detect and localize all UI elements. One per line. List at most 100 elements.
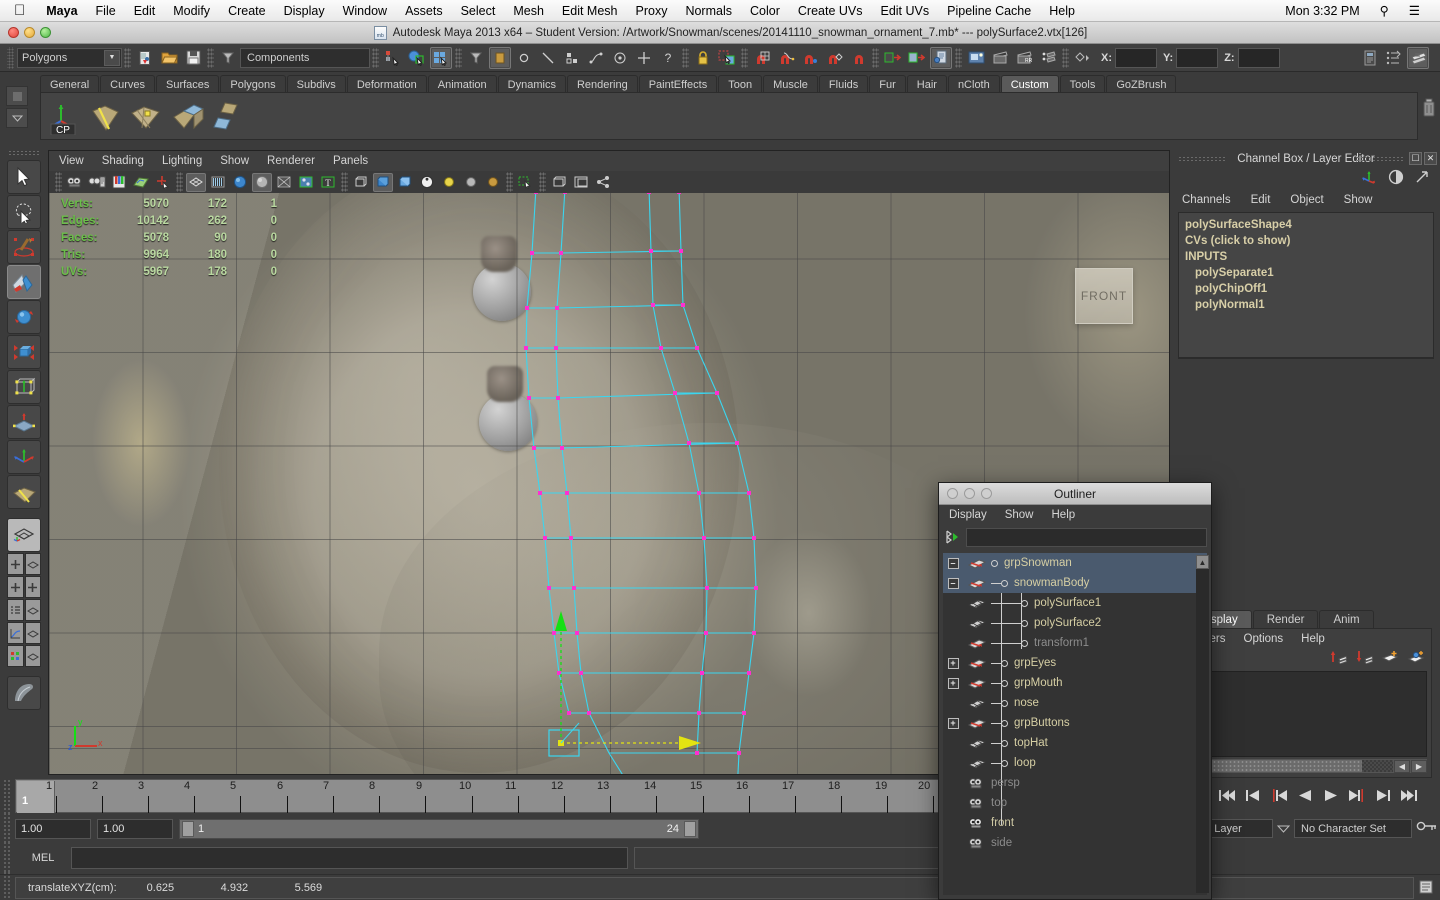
channel-box-menu-object[interactable]: Object — [1290, 194, 1323, 206]
channel-input-polyseparate1[interactable]: polySeparate1 — [1185, 265, 1433, 281]
rotate-tool[interactable] — [7, 300, 41, 334]
snap-to-curve-icon[interactable] — [775, 47, 797, 69]
isolate-select-icon[interactable] — [516, 173, 536, 192]
outliner-item-nose[interactable]: nose — [943, 693, 1207, 713]
range-slider-bar[interactable]: 1 24 — [179, 819, 699, 839]
highlight-selection-icon[interactable] — [716, 47, 738, 69]
expander-collapse-icon[interactable]: – — [943, 557, 963, 569]
select-camera-icon[interactable] — [65, 173, 85, 192]
image-plane-icon[interactable] — [131, 173, 151, 192]
outliner-item-loop[interactable]: loop — [943, 753, 1207, 773]
menu-file[interactable]: File — [87, 4, 125, 18]
step-forward-button[interactable] — [1372, 785, 1393, 805]
menu-maya[interactable]: Maya — [37, 4, 86, 18]
outliner-scrollbar[interactable]: ▲ — [1196, 555, 1209, 893]
shelf-tab-rendering[interactable]: Rendering — [566, 75, 638, 93]
toggle-field-visibility-icon[interactable] — [1072, 47, 1094, 69]
outliner-item-top[interactable]: top — [943, 793, 1207, 813]
render-settings-icon[interactable] — [1037, 47, 1059, 69]
shelf-tab-tools[interactable]: Tools — [1059, 75, 1106, 93]
show-attribute-editor-icon[interactable] — [1359, 47, 1381, 69]
show-manipulator-tool[interactable] — [7, 440, 41, 474]
select-by-component-type-icon[interactable] — [430, 46, 452, 69]
last-tool-used[interactable] — [7, 475, 41, 509]
viewport-menu-shading[interactable]: Shading — [102, 155, 144, 167]
shelf-tab-subdivs[interactable]: Subdivs — [286, 75, 346, 93]
layout-three-pane-left[interactable] — [7, 576, 24, 598]
batch-render-icon[interactable]: RR — [1013, 47, 1035, 69]
shelf-tab-dynamics[interactable]: Dynamics — [497, 75, 566, 93]
new-scene-button[interactable] — [134, 47, 156, 69]
menu-modify[interactable]: Modify — [164, 4, 219, 18]
shelf-button-detach[interactable] — [209, 97, 247, 135]
play-forwards-button[interactable] — [1320, 785, 1341, 805]
maya-logo-icon[interactable] — [7, 676, 41, 710]
layout-hypershade-persp-pane[interactable] — [24, 645, 41, 667]
selection-mask-dropdown[interactable]: Polygons ▼ — [17, 47, 122, 68]
shelf-tab-toon[interactable]: Toon — [718, 75, 763, 93]
outliner-item-grpbuttons[interactable]: + grpButtons — [943, 713, 1207, 733]
playback-start-time-field[interactable]: 1.00 — [97, 819, 173, 839]
use-default-material-icon[interactable] — [252, 172, 272, 192]
mask-misc-icon[interactable]: ? — [657, 47, 679, 69]
channel-box-grip-left[interactable] — [1178, 156, 1226, 163]
snap-to-grid-icon[interactable] — [751, 47, 773, 69]
mask-line-icon[interactable] — [537, 47, 559, 69]
layout-hypershade-pane[interactable] — [7, 645, 24, 667]
paint-selection-tool[interactable] — [7, 230, 41, 264]
move-tool[interactable] — [7, 265, 41, 299]
help-line-expand-icon[interactable] — [1418, 879, 1434, 895]
outliner-item-transform1[interactable]: transform1 — [943, 633, 1207, 653]
shelf-button-bevel[interactable] — [168, 97, 206, 135]
select-tool[interactable] — [7, 160, 41, 194]
expander-expand-icon[interactable]: + — [943, 677, 963, 689]
z-input[interactable] — [1237, 47, 1280, 68]
selection-mask-menu-icon[interactable] — [217, 47, 239, 69]
outliner-item-persp[interactable]: persp — [943, 773, 1207, 793]
bookmark-icon[interactable] — [109, 173, 129, 192]
anim-layer-chevron-icon[interactable] — [1276, 820, 1291, 838]
wireframe-shading-icon[interactable] — [186, 172, 206, 192]
shelf-tab-fluids[interactable]: Fluids — [818, 75, 869, 93]
mask-handle-icon[interactable] — [609, 47, 631, 69]
layer-editor-icon[interactable] — [1388, 169, 1404, 190]
channel-cvs-toggle[interactable]: CVs (click to show) — [1185, 233, 1433, 249]
shelf-tab-menu-button[interactable] — [6, 108, 28, 128]
shelf-tab-curves[interactable]: Curves — [100, 75, 155, 93]
display-textured-icon[interactable] — [417, 173, 437, 192]
construction-history-icon[interactable] — [930, 46, 952, 69]
character-set-field[interactable]: No Character Set — [1294, 819, 1412, 838]
step-back-button[interactable] — [1242, 785, 1263, 805]
scroll-right-arrow-icon[interactable]: ▶ — [1411, 759, 1427, 773]
apple-logo-icon[interactable]:  — [14, 3, 25, 18]
layout-graph-persp-pane[interactable] — [24, 622, 41, 644]
xray-joints-icon[interactable] — [296, 173, 316, 192]
range-left-handle[interactable] — [182, 821, 194, 837]
layout-outliner-pane[interactable] — [7, 599, 24, 621]
expand-panel-icon[interactable] — [1414, 169, 1430, 190]
text-overlay-icon[interactable]: T — [318, 173, 338, 192]
expander-expand-icon[interactable]: + — [943, 657, 963, 669]
chevron-down-icon[interactable]: ▼ — [104, 49, 120, 66]
scroll-up-arrow-icon[interactable]: ▲ — [1196, 555, 1209, 569]
outliner-item-front[interactable]: front — [943, 813, 1207, 833]
shelf-tab-general[interactable]: General — [40, 75, 100, 93]
scrollbar-thumb[interactable] — [1187, 760, 1362, 772]
outliner-item-grpsnowman[interactable]: – grpSnowman — [943, 553, 1207, 573]
auto-key-icon[interactable] — [1416, 819, 1438, 838]
2d-pan-zoom-icon[interactable] — [153, 173, 173, 192]
channel-box-menu-channels[interactable]: Channels — [1182, 194, 1231, 206]
share-viewport-icon[interactable] — [593, 173, 613, 192]
menu-proxy[interactable]: Proxy — [627, 4, 677, 18]
time-slider-grip[interactable] — [3, 779, 12, 813]
outliner-tree[interactable]: – grpSnowman – snowmanBody polySurface1 … — [943, 553, 1207, 895]
lighting-default-icon[interactable] — [439, 173, 459, 192]
menu-mesh[interactable]: Mesh — [504, 4, 553, 18]
snap-to-point-icon[interactable] — [799, 47, 821, 69]
help-line-grip[interactable] — [3, 870, 12, 900]
channel-box-menu-show[interactable]: Show — [1344, 194, 1373, 206]
shelf-button-cp[interactable]: CP — [45, 97, 83, 136]
x-input[interactable] — [1115, 47, 1157, 68]
channel-box-menu-edit[interactable]: Edit — [1251, 194, 1271, 206]
camera-attributes-icon[interactable] — [87, 173, 107, 192]
